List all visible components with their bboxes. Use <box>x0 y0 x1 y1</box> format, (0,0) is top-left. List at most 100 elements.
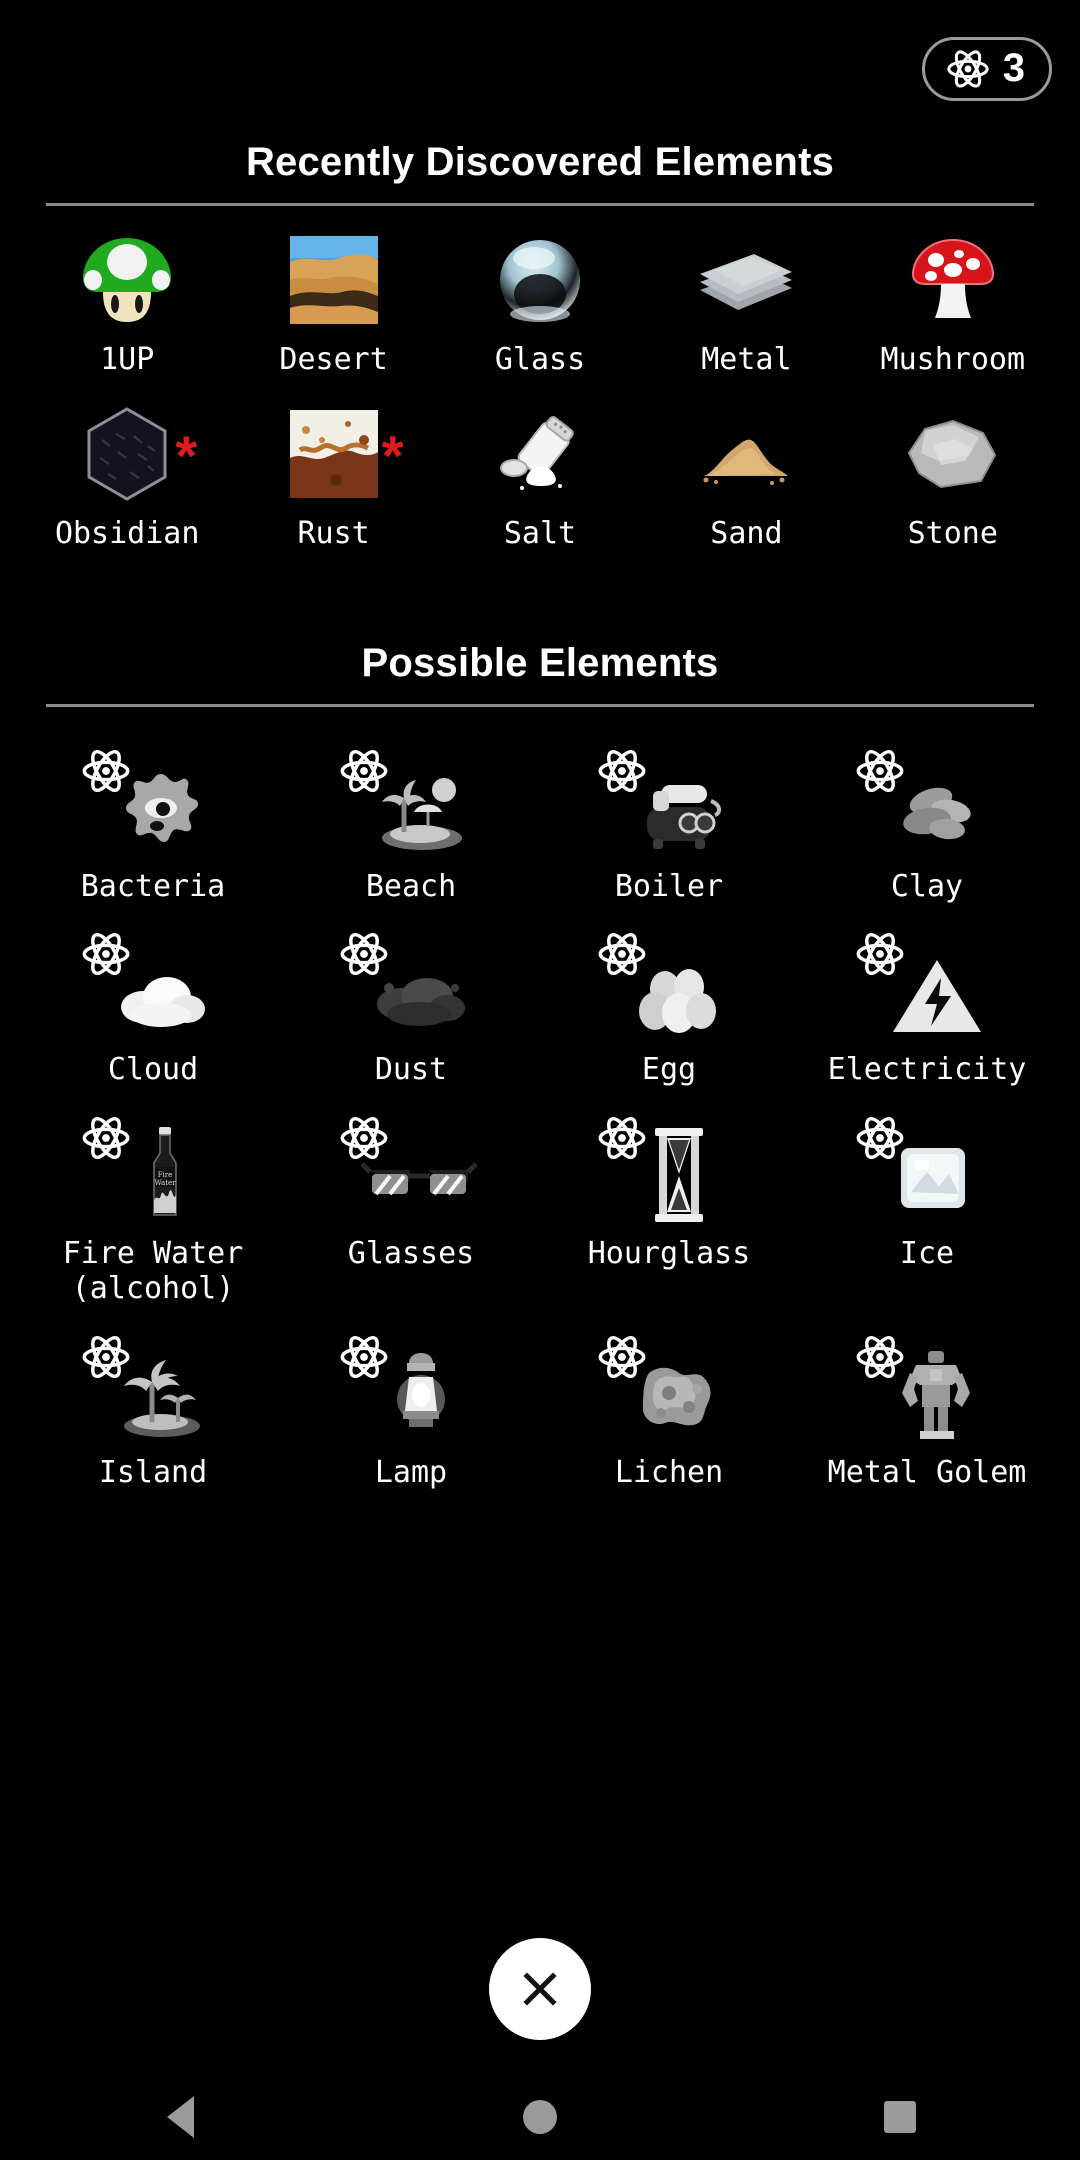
possible-label: Island <box>98 1454 208 1490</box>
atom-icon <box>854 1112 906 1164</box>
atom-icon <box>338 745 390 797</box>
possible-label: Lichen <box>614 1454 724 1490</box>
beach-icon <box>316 743 506 863</box>
close-x-icon <box>517 1966 563 2012</box>
possible-card-island[interactable]: Island <box>24 1329 282 1490</box>
possible-card-egg[interactable]: Egg <box>540 926 798 1087</box>
element-card-sand[interactable]: Sand <box>643 406 849 550</box>
recents-square-icon <box>884 2101 916 2133</box>
starred-marker: * <box>381 423 404 487</box>
recently-discovered-title: Recently Discovered Elements <box>245 140 835 184</box>
possible-label: Boiler <box>614 869 724 904</box>
possible-label: Fire Water (alcohol) <box>62 1235 244 1307</box>
nav-home-button[interactable] <box>460 2074 620 2160</box>
possible-label: Dust <box>374 1052 448 1088</box>
element-card-metal[interactable]: Metal <box>643 232 849 376</box>
bacteria-icon <box>58 743 248 863</box>
recently-discovered-grid: 1UP Desert Glass Metal Mushroom * Obsidi… <box>0 206 1080 549</box>
possible-label: Beach <box>365 869 457 904</box>
possible-card-glasses[interactable]: Glasses <box>282 1110 540 1307</box>
metal-sheets-icon <box>666 232 826 328</box>
atom-icon <box>338 928 390 980</box>
atom-icon <box>80 1112 132 1164</box>
atom-icon <box>80 745 132 797</box>
close-button[interactable] <box>489 1938 591 2040</box>
possible-card-lichen[interactable]: Lichen <box>540 1329 798 1490</box>
recently-discovered-section: Recently Discovered Elements 1UP Desert … <box>0 102 1080 549</box>
element-card-rust[interactable]: * Rust <box>230 406 436 550</box>
possible-card-beach[interactable]: Beach <box>282 743 540 904</box>
element-label: Stone <box>907 515 998 551</box>
possible-card-electricity[interactable]: Electricity <box>798 926 1056 1087</box>
top-bar: 3 <box>0 0 1080 102</box>
element-card-mushroom[interactable]: Mushroom <box>850 232 1056 376</box>
possible-label: Ice <box>899 1235 955 1271</box>
obsidian-cube-icon: * <box>47 406 207 502</box>
element-label: 1UP <box>100 342 155 377</box>
possible-card-fire-water[interactable]: Fire Water Fire Water (alcohol) <box>24 1110 282 1307</box>
possible-card-lamp[interactable]: Lamp <box>282 1329 540 1490</box>
sand-pile-icon <box>666 406 826 502</box>
starred-marker: * <box>175 423 198 487</box>
metal-golem-icon <box>832 1329 1022 1449</box>
possible-card-hourglass[interactable]: Hourglass <box>540 1110 798 1307</box>
home-circle-icon <box>523 2100 557 2134</box>
element-card-obsidian[interactable]: * Obsidian <box>24 406 230 550</box>
element-label: Sand <box>710 515 783 551</box>
back-triangle-icon <box>166 2096 194 2138</box>
android-navigation-bar <box>0 2074 1080 2160</box>
element-label: Salt <box>503 515 577 551</box>
atom-icon <box>80 1331 132 1383</box>
atom-icon <box>854 745 906 797</box>
element-label: Mushroom <box>880 342 1026 377</box>
possible-card-clay[interactable]: Clay <box>798 743 1056 904</box>
atom-count-badge[interactable]: 3 <box>921 37 1052 101</box>
element-card-glass[interactable]: Glass <box>437 232 643 376</box>
dust-icon <box>316 926 506 1046</box>
possible-label: Egg <box>641 1052 697 1088</box>
possible-elements-section: Possible Elements Bacteria Beach Boiler … <box>0 549 1080 1490</box>
desert-photo-icon <box>254 232 414 328</box>
possible-elements-title: Possible Elements <box>361 641 719 685</box>
atom-count-value: 3 <box>1002 46 1025 90</box>
element-label: Desert <box>279 342 388 377</box>
possible-label: Hourglass <box>587 1235 751 1271</box>
svg-text:Fire: Fire <box>158 1171 173 1179</box>
possible-label: Glasses <box>347 1235 475 1271</box>
atom-icon <box>596 745 648 797</box>
element-label: Rust <box>297 515 370 551</box>
possible-elements-grid: Bacteria Beach Boiler Clay Cloud Dust Eg… <box>0 707 1080 1490</box>
nav-back-button[interactable] <box>100 2074 260 2160</box>
possible-card-boiler[interactable]: Boiler <box>540 743 798 904</box>
close-button-container <box>0 1938 1080 2040</box>
island-icon <box>58 1329 248 1449</box>
element-card-desert[interactable]: Desert <box>230 232 436 376</box>
nav-recents-button[interactable] <box>820 2074 980 2160</box>
possible-card-ice[interactable]: Ice <box>798 1110 1056 1307</box>
boiler-icon <box>574 743 764 863</box>
element-card-1up[interactable]: 1UP <box>24 232 230 376</box>
atom-icon <box>596 928 648 980</box>
atom-icon <box>338 1331 390 1383</box>
element-card-salt[interactable]: Salt <box>437 406 643 550</box>
possible-card-dust[interactable]: Dust <box>282 926 540 1087</box>
possible-card-bacteria[interactable]: Bacteria <box>24 743 282 904</box>
atom-icon <box>945 46 991 92</box>
possible-card-metal-golem[interactable]: Metal Golem <box>798 1329 1056 1490</box>
possible-label: Clay <box>890 869 964 904</box>
atom-icon <box>338 1112 390 1164</box>
possible-label: Metal Golem <box>827 1454 1027 1490</box>
element-label: Glass <box>494 342 586 377</box>
element-card-stone[interactable]: Stone <box>850 406 1056 550</box>
cloud-icon <box>58 926 248 1046</box>
possible-card-cloud[interactable]: Cloud <box>24 926 282 1087</box>
element-label: Metal <box>701 342 792 377</box>
salt-shaker-icon <box>460 406 620 502</box>
fire-water-bottle-icon: Fire Water <box>58 1110 248 1230</box>
possible-label: Lamp <box>374 1454 448 1490</box>
atom-icon <box>596 1331 648 1383</box>
atom-icon <box>854 1331 906 1383</box>
ice-cube-icon <box>832 1110 1022 1230</box>
element-label: Obsidian <box>54 515 200 551</box>
possible-label: Bacteria <box>80 869 226 904</box>
